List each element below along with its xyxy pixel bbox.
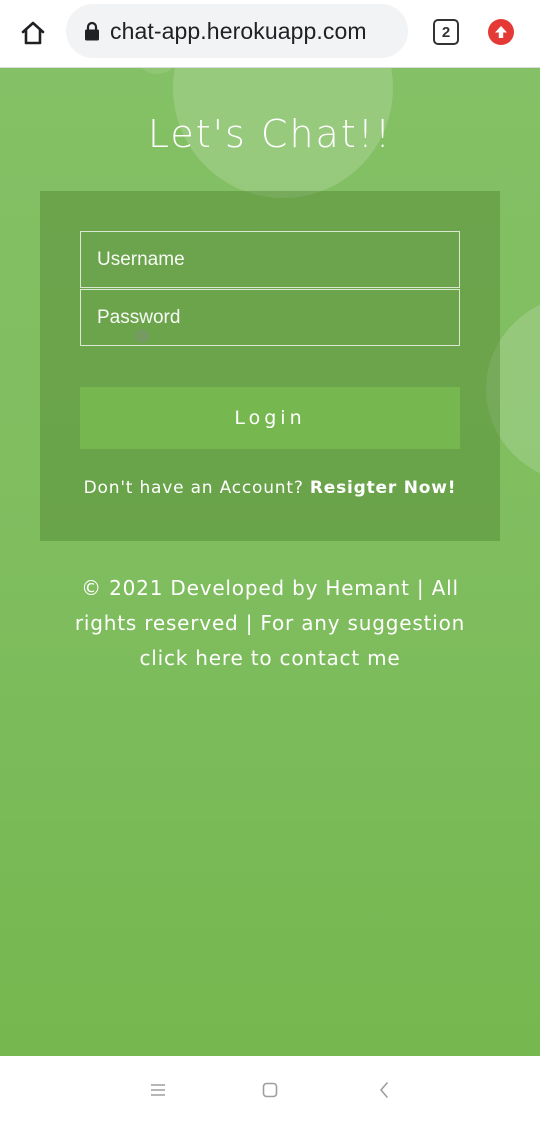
arrow-up-icon [495,26,507,38]
login-page: Let's Chat!! Login Don't have an Account… [0,68,540,1056]
url-text: chat-app.herokuapp.com [110,17,367,44]
address-bar[interactable]: chat-app.herokuapp.com [66,4,408,58]
menu-icon [151,1084,165,1096]
square-home-icon [262,1082,278,1098]
page-title: Let's Chat!! [147,112,393,156]
system-home-button[interactable] [258,1078,282,1102]
username-input[interactable] [80,231,460,288]
back-button[interactable] [372,1078,396,1102]
login-button[interactable]: Login [80,387,460,449]
signup-prompt: Don't have an Account? Resigter Now! [40,478,500,498]
system-nav-bar [0,1056,540,1122]
home-button[interactable] [14,14,52,52]
register-link[interactable]: Resigter Now! [310,478,456,498]
touch-indicator [135,329,149,343]
footer: © 2021 Developed by Hemant | All rights … [50,571,490,676]
tab-switcher-button[interactable]: 2 [433,19,459,45]
recents-button[interactable] [146,1078,170,1102]
home-icon [21,21,45,45]
signup-prompt-text: Don't have an Account? [83,478,304,498]
update-button[interactable] [488,19,514,45]
lock-icon [85,21,99,41]
login-card: Login Don't have an Account? Resigter No… [40,191,500,541]
back-chevron-icon [379,1082,388,1098]
browser-toolbar: chat-app.herokuapp.com 2 [0,0,540,68]
